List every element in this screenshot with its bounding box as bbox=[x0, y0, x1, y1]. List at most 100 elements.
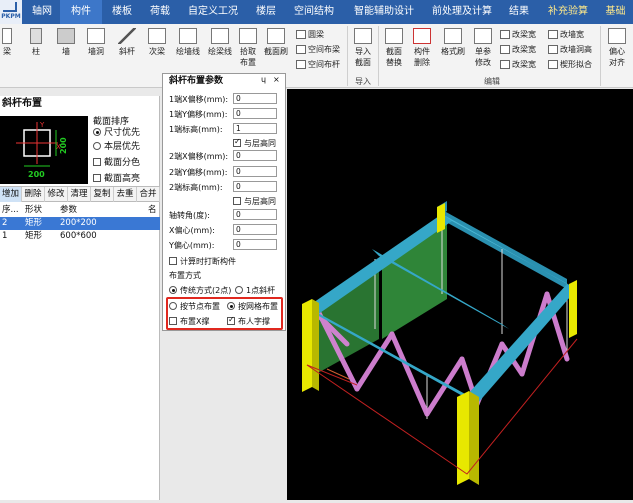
end1-y-offset-input[interactable]: 0 bbox=[233, 108, 277, 119]
end1-same-floor-checkbox[interactable]: 与层高同 bbox=[233, 137, 276, 149]
end2-y-offset-input[interactable]: 0 bbox=[233, 166, 277, 177]
wedge-fit-button[interactable]: 楔形拟合 bbox=[548, 58, 592, 72]
change-beam-height-button[interactable]: 改梁宽 bbox=[500, 43, 536, 57]
pin-icon[interactable]: ɥ bbox=[261, 75, 266, 84]
end2-elev-input[interactable]: 0 bbox=[233, 181, 277, 192]
modify-section-button[interactable]: 修改 bbox=[45, 187, 68, 202]
tab-custom-cases[interactable]: 自定义工况 bbox=[180, 0, 246, 24]
width-dim-label: 200 bbox=[28, 170, 45, 179]
end2-x-offset-input[interactable]: 0 bbox=[233, 150, 277, 161]
wall-button[interactable]: 墙 bbox=[56, 28, 76, 57]
pick-place-button[interactable]: 拾取 布置 bbox=[237, 28, 259, 68]
tab-members[interactable]: 构件 bbox=[60, 0, 102, 24]
format-brush-icon bbox=[444, 28, 462, 44]
tab-slab[interactable]: 楼板 bbox=[104, 0, 140, 24]
end1-elev-label: 1端标高(mm): bbox=[169, 125, 223, 134]
column-button[interactable]: 柱 bbox=[26, 28, 46, 57]
column[interactable] bbox=[569, 280, 577, 338]
tab-loads[interactable]: 荷载 bbox=[142, 0, 178, 24]
sort-size-first-radio[interactable]: 尺寸优先 bbox=[93, 125, 140, 138]
dedupe-section-button[interactable]: 去重 bbox=[114, 187, 137, 202]
brace[interactable] bbox=[389, 331, 430, 417]
single-param-edit-button[interactable]: 单参 修改 bbox=[471, 28, 495, 68]
radio-indicator bbox=[169, 286, 177, 294]
brace-button[interactable]: 斜杆 bbox=[116, 28, 138, 57]
delete-section-button[interactable]: 删除 bbox=[22, 187, 45, 202]
edit-icon bbox=[474, 28, 492, 44]
draw-beam-line-button[interactable]: 绘梁线 bbox=[205, 28, 235, 57]
end2-same-floor-checkbox[interactable]: 与层高同 bbox=[233, 196, 276, 207]
wall-opening-button[interactable]: 墙洞 bbox=[84, 28, 108, 57]
draw-wall-line-button[interactable]: 绘墙线 bbox=[173, 28, 203, 57]
change-beam-offset-button[interactable]: 改梁宽 bbox=[500, 58, 536, 72]
change-opening-height-button[interactable]: 改墙洞高 bbox=[548, 43, 592, 57]
tab-supplement-check[interactable]: 补充验算 bbox=[540, 0, 596, 24]
tab-space-structure[interactable]: 空间结构 bbox=[286, 0, 342, 24]
column[interactable] bbox=[437, 203, 445, 233]
wall-opening-icon bbox=[87, 28, 105, 44]
circle-beam-button[interactable]: 圆梁 bbox=[296, 28, 324, 42]
section-preview: Y X 200 200 bbox=[0, 116, 88, 184]
wedge-icon bbox=[548, 60, 558, 69]
secondary-beam-icon bbox=[148, 28, 166, 44]
align-icon bbox=[608, 28, 626, 44]
traditional-mode-radio[interactable]: 传统方式(2点) bbox=[169, 285, 231, 296]
eccentric-align-button[interactable]: 偏心 对齐 bbox=[604, 28, 630, 68]
rotation-input[interactable]: 0 bbox=[233, 209, 277, 220]
secondary-beam-button[interactable]: 次梁 bbox=[146, 28, 168, 57]
end1-x-offset-input[interactable]: 0 bbox=[233, 93, 277, 104]
radio-indicator bbox=[93, 128, 101, 136]
table-header: 序... 形状 参数 名 bbox=[2, 205, 157, 215]
checkbox-indicator bbox=[233, 197, 241, 205]
tab-floors[interactable]: 楼层 bbox=[248, 0, 284, 24]
table-row[interactable]: 2 矩形 200*200 bbox=[0, 217, 160, 230]
tab-axis-grid[interactable]: 轴网 bbox=[26, 0, 58, 24]
space-beam-button[interactable]: 空间布梁 bbox=[296, 43, 340, 57]
column[interactable] bbox=[469, 391, 479, 485]
brace[interactable] bbox=[424, 356, 465, 417]
merge-section-button[interactable]: 合并 bbox=[137, 187, 160, 202]
column[interactable] bbox=[302, 299, 312, 392]
copy-section-button[interactable]: 复制 bbox=[91, 187, 114, 202]
add-section-button[interactable]: 增加 bbox=[0, 187, 22, 202]
sort-floor-first-radio[interactable]: 本层优先 bbox=[93, 139, 140, 152]
change-wall-width-button[interactable]: 改墙宽 bbox=[548, 28, 584, 42]
wall-icon bbox=[57, 28, 75, 44]
checkbox-indicator bbox=[93, 174, 101, 182]
end1-elev-input[interactable]: 1 bbox=[233, 123, 277, 134]
checkbox-indicator bbox=[93, 158, 101, 166]
beam-button[interactable]: 梁 bbox=[0, 28, 14, 57]
tab-foundation[interactable]: 基础 bbox=[598, 0, 633, 24]
space-beam-icon bbox=[296, 45, 306, 54]
import-section-button[interactable]: 导入 截面 bbox=[352, 28, 374, 68]
pkpm-logo: PKPM bbox=[0, 0, 22, 24]
model-3d-view[interactable] bbox=[287, 89, 633, 500]
table-row[interactable]: 1 矩形 600*600 bbox=[0, 230, 160, 243]
x-eccentric-input[interactable]: 0 bbox=[233, 224, 277, 235]
group-import-label: 导入 bbox=[355, 77, 371, 86]
clear-section-button[interactable]: 清理 bbox=[68, 187, 91, 202]
format-brush-button[interactable]: 格式刷 bbox=[438, 28, 468, 57]
column[interactable] bbox=[312, 299, 319, 391]
import-icon bbox=[354, 28, 372, 44]
wall-line-icon bbox=[179, 28, 197, 44]
panel-title: 斜杆布置 bbox=[2, 98, 42, 109]
delete-icon bbox=[413, 28, 431, 44]
section-highlight-checkbox[interactable]: 截面高亮 bbox=[93, 171, 140, 184]
tab-results[interactable]: 结果 bbox=[500, 0, 538, 24]
y-eccentric-input[interactable]: 0 bbox=[233, 239, 277, 250]
section-brush-button[interactable]: 截面刷 bbox=[262, 28, 290, 57]
close-icon[interactable]: × bbox=[273, 75, 280, 84]
space-rod-button[interactable]: 空间布杆 bbox=[296, 58, 340, 72]
radio-indicator bbox=[93, 142, 101, 150]
one-point-mode-radio[interactable]: 1点斜杆 bbox=[235, 285, 275, 296]
ribbon-separator bbox=[378, 26, 379, 86]
replace-section-button[interactable]: 截面 替换 bbox=[382, 28, 406, 68]
replace-icon bbox=[385, 28, 403, 44]
tab-smart-design[interactable]: 智能辅助设计 bbox=[344, 0, 424, 24]
change-beam-width-button[interactable]: 改梁宽 bbox=[500, 28, 536, 42]
delete-member-button[interactable]: 构件 删除 bbox=[410, 28, 434, 68]
section-color-checkbox[interactable]: 截面分色 bbox=[93, 155, 140, 168]
tab-preprocess-calc[interactable]: 前处理及计算 bbox=[426, 0, 498, 24]
calc-break-checkbox[interactable]: 计算时打断构件 bbox=[169, 256, 236, 267]
